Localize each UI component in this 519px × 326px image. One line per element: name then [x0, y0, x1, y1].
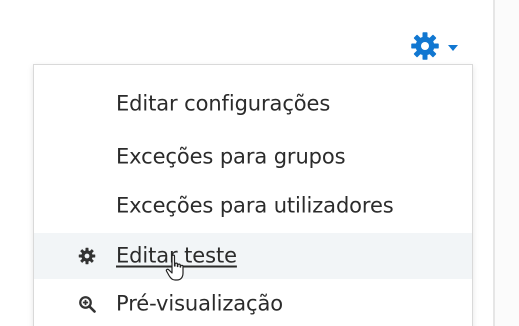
menu-item-label: Editar configurações: [116, 91, 331, 116]
menu-item-label: Exceções para utilizadores: [116, 193, 394, 218]
zoom-in-icon: [79, 296, 96, 313]
menu-item-label: Editar teste: [116, 243, 237, 268]
actions-dropdown-menu: Editar configurações Exceções para grupo…: [33, 64, 473, 326]
page: Editar configurações Exceções para grupo…: [0, 0, 519, 326]
menu-item-preview[interactable]: Pré-visualização: [34, 281, 472, 326]
menu-item-user-overrides[interactable]: Exceções para utilizadores: [34, 183, 472, 229]
gear-icon: [411, 32, 439, 60]
menu-item-label: Exceções para grupos: [116, 144, 346, 169]
menu-item-edit-settings[interactable]: Editar configurações: [34, 81, 472, 127]
menu-item-group-overrides[interactable]: Exceções para grupos: [34, 134, 472, 180]
menu-item-label: Pré-visualização: [116, 291, 284, 316]
menu-item-edit-quiz[interactable]: Editar teste: [34, 233, 472, 279]
caret-down-icon: [448, 45, 458, 51]
actions-menu-toggle[interactable]: [410, 30, 472, 62]
gear-icon: [78, 247, 96, 265]
right-panel-edge: [495, 0, 519, 326]
